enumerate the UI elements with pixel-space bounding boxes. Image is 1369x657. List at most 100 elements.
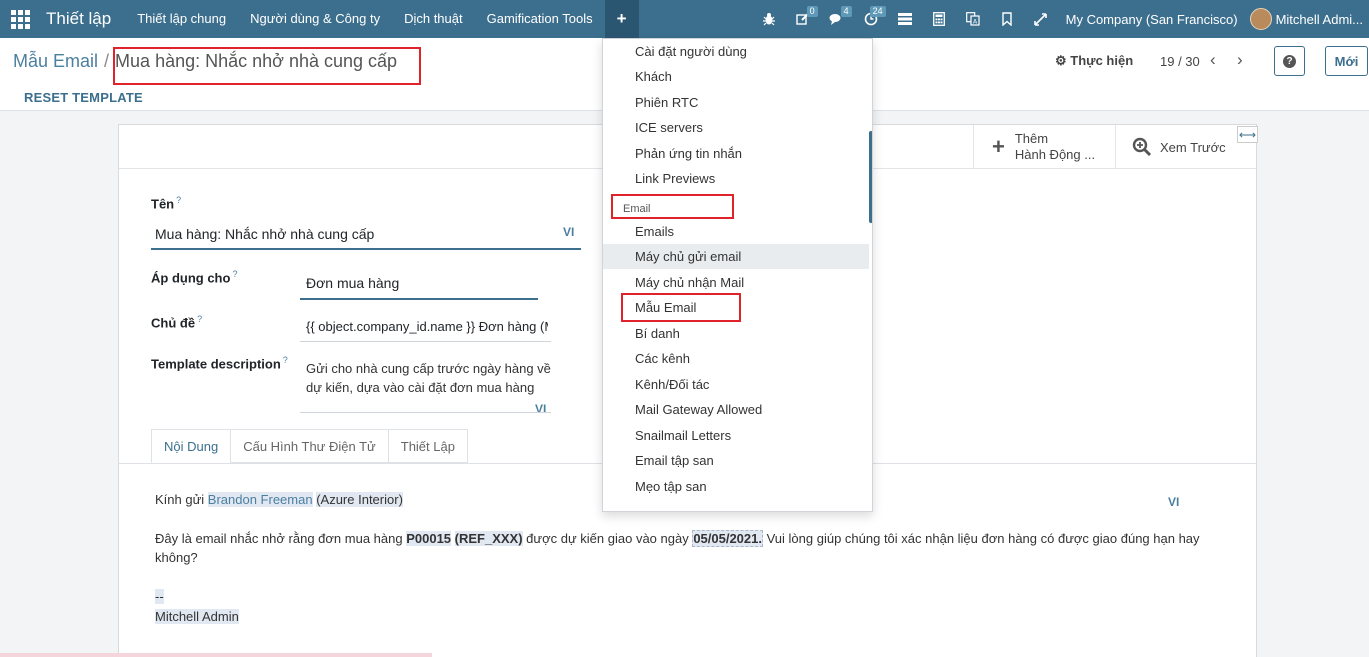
server-list-icon[interactable]: [888, 0, 922, 38]
description-line1[interactable]: Gửi cho nhà cung cấp trước ngày hàng về: [306, 361, 551, 376]
menu-translations[interactable]: Dịch thuật: [392, 0, 475, 38]
dropdown-item-channels[interactable]: Các kênh: [603, 346, 869, 371]
template-description-label: Template description?: [151, 355, 288, 372]
name-field[interactable]: Mua hàng: Nhắc nhở nhà cung cấp: [155, 226, 535, 242]
menu-more-button[interactable]: +: [604, 0, 639, 38]
app-brand[interactable]: Thiết lập: [46, 9, 111, 29]
description-field-underline: [300, 412, 551, 413]
dropdown-item-digest-tips[interactable]: Mẹo tập san: [603, 474, 869, 499]
dropdown-item-guests[interactable]: Khách: [603, 64, 869, 89]
subject-field[interactable]: {{ object.company_id.name }} Đơn hàng (M: [306, 319, 548, 334]
messages-badge: 4: [840, 6, 852, 17]
name-field-underline: [151, 248, 581, 250]
signature-name[interactable]: Mitchell Admin: [155, 609, 239, 624]
debug-bug-icon[interactable]: [752, 0, 786, 38]
help-button[interactable]: ?: [1274, 46, 1305, 76]
pager-value[interactable]: 19 / 30: [1160, 54, 1200, 69]
dropdown-item-message-reactions[interactable]: Phản ứng tin nhắn: [603, 141, 869, 166]
dropdown-item-rtc-sessions[interactable]: Phiên RTC: [603, 90, 869, 115]
user-avatar[interactable]: [1249, 8, 1272, 30]
more-menu-dropdown: Cài đặt người dùng Khách Phiên RTC ICE s…: [602, 38, 873, 512]
email-reminder-line[interactable]: Đây là email nhắc nhở rằng đơn mua hàng …: [155, 530, 1200, 547]
dropdown-scrollbar[interactable]: [869, 131, 872, 223]
company-name-placeholder[interactable]: (Azure Interior): [316, 492, 403, 507]
apply-help-icon: ?: [232, 269, 238, 279]
fullscreen-expand-icon[interactable]: [1024, 0, 1058, 38]
pager-previous-icon[interactable]: ‹: [1210, 50, 1216, 70]
tab-email-config[interactable]: Cấu Hình Thư Điện Tử: [230, 429, 389, 463]
description-lang-button[interactable]: VI: [535, 402, 546, 416]
zoom-preview-icon: [1132, 137, 1152, 157]
dropdown-item-email-digests[interactable]: Email tập san: [603, 448, 869, 473]
content-lang-button[interactable]: VI: [1168, 495, 1179, 509]
apply-to-label: Áp dụng cho?: [151, 269, 238, 286]
tab-content[interactable]: Nội Dung: [151, 429, 232, 463]
calculator-icon[interactable]: [922, 0, 956, 38]
po-number-placeholder[interactable]: P00015: [406, 531, 452, 546]
dropdown-item-outgoing-mail-servers[interactable]: Máy chủ gửi email: [603, 244, 869, 269]
dropdown-item-ice-servers[interactable]: ICE servers: [603, 115, 869, 140]
activity-clock-icon[interactable]: 24: [854, 0, 888, 38]
highlight-email-section-box: [611, 194, 734, 219]
date-placeholder[interactable]: 05/05/2021.: [692, 530, 763, 547]
dropdown-item-mail-gateway-allowed[interactable]: Mail Gateway Allowed: [603, 397, 869, 422]
bookmark-icon[interactable]: [990, 0, 1024, 38]
pager-next-icon[interactable]: ›: [1237, 50, 1243, 70]
action-menu-label: Thực hiện: [1070, 53, 1134, 68]
apply-field-underline: [300, 298, 538, 300]
menu-general-settings[interactable]: Thiết lập chung: [125, 0, 238, 38]
plus-icon: +: [992, 134, 1005, 159]
highlight-breadcrumb-box: [113, 47, 421, 85]
messages-chat-icon[interactable]: 4: [820, 0, 854, 38]
name-lang-button[interactable]: VI: [563, 225, 574, 239]
activities-badge: 0: [806, 6, 818, 17]
name-label: Tên?: [151, 195, 182, 212]
dropdown-item-aliases[interactable]: Bí danh: [603, 321, 869, 346]
menu-gamification-tools[interactable]: Gamification Tools: [475, 0, 605, 38]
preview-label: Xem Trước: [1160, 139, 1226, 155]
question-icon: ?: [1283, 54, 1296, 68]
new-record-button[interactable]: Mới: [1325, 46, 1368, 76]
tab-settings[interactable]: Thiết Lập: [387, 429, 468, 463]
dropdown-item-incoming-mail-servers[interactable]: Máy chủ nhận Mail: [603, 270, 869, 295]
gear-icon: ⚙: [1055, 53, 1067, 68]
translate-icon[interactable]: A: [956, 0, 990, 38]
email-reminder-line-end[interactable]: không?: [155, 550, 198, 565]
breadcrumb-parent-link[interactable]: Mẫu Email: [13, 51, 98, 71]
preview-button[interactable]: Xem Trước: [1115, 125, 1237, 169]
dropdown-item-snailmail-letters[interactable]: Snailmail Letters: [603, 423, 869, 448]
subject-field-underline: [300, 341, 551, 342]
subject-label: Chủ đề?: [151, 314, 203, 331]
activities-edit-icon[interactable]: 0: [786, 0, 820, 38]
reset-template-button[interactable]: RESET TEMPLATE: [24, 90, 143, 105]
apply-to-field[interactable]: Đơn mua hàng: [306, 275, 536, 291]
notebook-tabs: Nội Dung Cấu Hình Thư Điện Tử Thiết Lập: [151, 429, 468, 463]
add-context-action-button[interactable]: + Thêm Hành Động ...: [973, 125, 1115, 169]
dropdown-item-channel-partners[interactable]: Kênh/Đối tác: [603, 372, 869, 397]
action-menu-button[interactable]: ⚙ Thực hiện: [1055, 53, 1133, 69]
dropdown-item-emails[interactable]: Emails: [603, 219, 869, 244]
breadcrumb-separator: /: [104, 51, 110, 71]
email-greeting[interactable]: Kính gửi Brandon Freeman (Azure Interior…: [155, 492, 403, 507]
main-menu: Thiết lập chung Người dùng & Công ty Dịc…: [125, 0, 639, 38]
apps-menu-icon[interactable]: [0, 0, 40, 38]
subject-help-icon: ?: [197, 314, 203, 324]
signature-dashes[interactable]: --: [155, 589, 164, 604]
top-navbar: Thiết lập Thiết lập chung Người dùng & C…: [0, 0, 1369, 38]
dropdown-item-link-previews[interactable]: Link Previews: [603, 166, 869, 191]
description-line2[interactable]: dự kiến, dựa vào cài đặt đơn mua hàng: [306, 380, 534, 395]
company-switcher[interactable]: My Company (San Francisco): [1066, 12, 1238, 27]
dropdown-item-user-settings[interactable]: Cài đặt người dùng: [603, 39, 869, 64]
systray: 0 4 24 A My Company (San Francisco) Mitc…: [752, 0, 1369, 38]
name-help-icon: ?: [176, 195, 182, 205]
clock-badge: 24: [869, 6, 886, 17]
user-menu[interactable]: Mitchell Admi...: [1276, 12, 1363, 27]
partner-name-placeholder[interactable]: Brandon Freeman: [207, 492, 313, 507]
menu-users-companies[interactable]: Người dùng & Công ty: [238, 0, 392, 38]
expand-sheet-icon[interactable]: ⟷: [1237, 126, 1258, 143]
add-action-line2: Hành Động ...: [1014, 147, 1096, 162]
notification-strip: [0, 653, 432, 657]
description-help-icon: ?: [282, 355, 288, 365]
highlight-email-templates-box: [621, 293, 741, 322]
ref-placeholder[interactable]: (REF_XXX): [454, 531, 523, 546]
